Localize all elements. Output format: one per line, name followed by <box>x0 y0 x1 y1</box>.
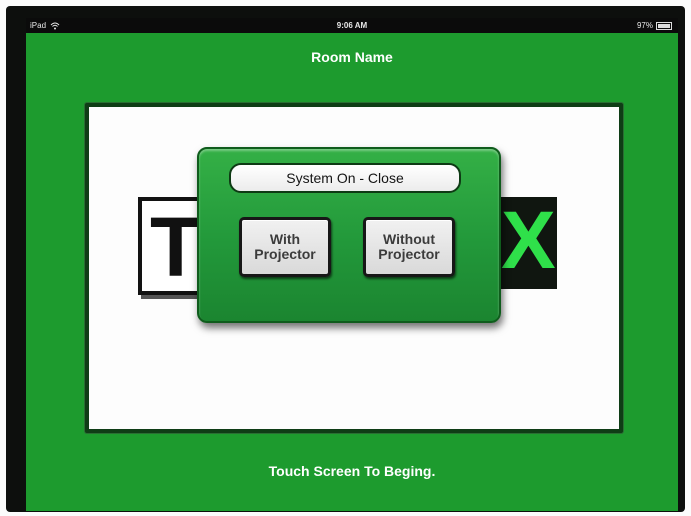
system-on-dialog: System On - Close With Projector Without… <box>197 147 501 323</box>
status-time: 9:06 AM <box>336 21 368 30</box>
status-right: 97% <box>637 21 672 30</box>
app-screen: iPad 9:06 AM 97% Room Name T X System On… <box>26 18 678 511</box>
logo-left-part: T <box>138 197 204 295</box>
without-projector-button[interactable]: Without Projector <box>363 217 455 277</box>
touch-prompt: Touch Screen To Beging. <box>268 463 436 479</box>
logo-letter-left: T <box>150 200 202 294</box>
main-panel[interactable]: T X System On - Close With Projector Wit… <box>85 103 623 433</box>
without-projector-label-line1: Without <box>383 231 435 247</box>
battery-percent: 97% <box>636 21 653 30</box>
with-projector-label-line1: With <box>269 231 301 247</box>
without-projector-label-line2: Projector <box>378 246 440 262</box>
with-projector-button[interactable]: With Projector <box>239 217 331 277</box>
logo-letter-right: X <box>501 195 556 286</box>
status-bar: iPad 9:06 AM 97% <box>26 18 678 33</box>
room-name-title: Room Name <box>311 49 393 65</box>
device-bezel: iPad 9:06 AM 97% Room Name T X System On… <box>6 6 685 512</box>
dialog-title-close[interactable]: System On - Close <box>229 163 461 193</box>
with-projector-label-line2: Projector <box>254 246 316 262</box>
battery-icon <box>656 21 672 30</box>
logo-right-part: X <box>497 197 557 289</box>
